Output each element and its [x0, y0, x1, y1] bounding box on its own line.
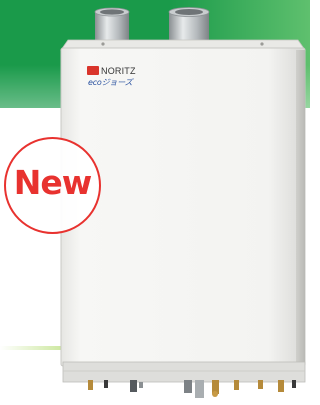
new-badge: New — [4, 137, 101, 234]
screw-icon — [101, 42, 105, 46]
brand-name: NORITZ — [101, 65, 136, 76]
eco-logo: ecoジョーズ — [88, 78, 133, 87]
noritz-mark-icon — [87, 66, 99, 75]
brand-logo: NORITZ ecoジョーズ — [87, 65, 136, 88]
exhaust-pipe-left — [94, 7, 130, 42]
screw-icon — [260, 42, 264, 46]
unit-right-edge — [296, 50, 305, 366]
pipe-fittings — [88, 380, 296, 398]
unit-bottom-base — [62, 361, 306, 383]
new-badge-text: New — [13, 163, 93, 202]
exhaust-pipe-right — [168, 7, 210, 42]
